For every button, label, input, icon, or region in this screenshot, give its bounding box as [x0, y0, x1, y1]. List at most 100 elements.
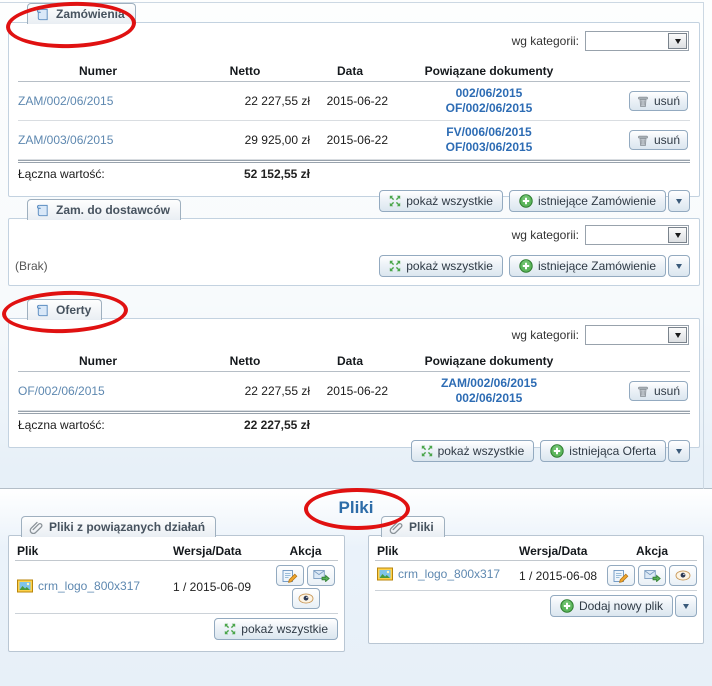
order-number-link[interactable]: ZAM/002/06/2015	[18, 94, 178, 108]
files-panel: Pliki Plik Wersja/Data Akcja crm_logo_80…	[368, 516, 704, 644]
chevron-down-icon	[674, 39, 681, 47]
send-file-button[interactable]	[638, 565, 666, 586]
supplier-category-select[interactable]	[585, 225, 689, 245]
chevron-down-icon	[674, 333, 681, 341]
preview-file-button[interactable]	[291, 588, 320, 609]
show-all-button[interactable]: pokaż wszystkie	[214, 618, 338, 640]
scroll-document-icon	[35, 303, 50, 318]
related-doc-link[interactable]: OF/003/06/2015	[388, 140, 590, 155]
edit-icon	[282, 569, 298, 583]
total-value: 52 152,55 zł	[243, 167, 310, 181]
netto-value: 22 227,55 zł	[244, 94, 310, 108]
send-mail-icon	[643, 569, 661, 582]
category-filter-label: wg kategorii:	[511, 34, 579, 48]
column-header-wersja: Wersja/Data	[173, 544, 242, 558]
select-arrow-button[interactable]	[668, 33, 687, 49]
expand-arrows-icon	[389, 195, 401, 207]
related-doc-link[interactable]: ZAM/002/06/2015	[388, 376, 590, 391]
show-all-button[interactable]: pokaż wszystkie	[379, 255, 503, 277]
show-all-button[interactable]: pokaż wszystkie	[379, 190, 503, 212]
plus-circle-icon	[550, 444, 564, 458]
select-arrow-button[interactable]	[668, 227, 687, 243]
preview-file-button[interactable]	[669, 565, 697, 586]
related-doc-link[interactable]: FV/006/06/2015	[388, 125, 590, 140]
offer-number-link[interactable]: OF/002/06/2015	[18, 384, 178, 398]
delete-button-label: usuń	[653, 133, 680, 147]
related-doc-link[interactable]: 002/06/2015	[388, 391, 590, 406]
version-date-value: 1 / 2015-06-09	[173, 580, 252, 594]
column-header-wersja: Wersja/Data	[519, 544, 588, 558]
delete-button-label: usuń	[653, 384, 680, 398]
column-header-plik: Plik	[17, 544, 39, 558]
file-name-label: crm_logo_800x317	[38, 578, 141, 593]
column-header-numer: Numer	[78, 64, 117, 78]
edit-file-button[interactable]	[607, 565, 635, 586]
related-doc-link[interactable]: OF/002/06/2015	[388, 101, 590, 116]
scroll-document-icon	[35, 203, 50, 218]
send-file-button[interactable]	[307, 565, 335, 586]
existing-offer-label: istniejąca Oferta	[569, 444, 656, 458]
orders-category-select[interactable]	[585, 31, 689, 51]
column-header-netto: Netto	[229, 354, 261, 368]
column-header-docs: Powiązane dokumenty	[424, 64, 554, 78]
trash-icon	[637, 385, 649, 398]
delete-button[interactable]: usuń	[628, 91, 688, 111]
offers-category-select[interactable]	[585, 325, 689, 345]
existing-order-button[interactable]: istniejące Zamówienie	[508, 255, 666, 277]
date-value: 2015-06-22	[326, 384, 388, 398]
existing-offer-button[interactable]: istniejąca Oferta	[540, 440, 666, 462]
expand-arrows-icon	[389, 260, 401, 272]
file-name-link[interactable]: crm_logo_800x317	[17, 579, 140, 593]
version-date-value: 1 / 2015-06-08	[519, 568, 598, 583]
page: Zamówienia wg kategorii: Numer Netto Dat…	[0, 0, 712, 686]
date-value: 2015-06-22	[326, 94, 388, 108]
add-file-dropdown-toggle[interactable]	[675, 595, 697, 617]
trash-icon	[637, 95, 649, 108]
show-all-label: pokaż wszystkie	[241, 622, 328, 636]
supplier-orders-legend-label: Zam. do dostawców	[56, 203, 171, 217]
delete-button-label: usuń	[653, 94, 680, 108]
documents-area: Zamówienia wg kategorii: Numer Netto Dat…	[0, 0, 712, 489]
plus-circle-icon	[560, 599, 574, 613]
eye-icon	[298, 593, 314, 604]
add-file-label: Dodaj nowy plik	[578, 599, 663, 613]
show-all-button[interactable]: pokaż wszystkie	[410, 440, 535, 462]
order-number-link[interactable]: ZAM/003/06/2015	[18, 133, 178, 147]
expand-arrows-icon	[224, 623, 236, 635]
existing-offer-dropdown-toggle[interactable]	[668, 440, 690, 462]
existing-order-dropdown-toggle[interactable]	[668, 255, 690, 277]
trash-icon	[637, 134, 649, 147]
column-header-akcja: Akcja	[289, 544, 322, 558]
image-file-icon	[17, 579, 33, 593]
chevron-down-icon	[676, 449, 682, 457]
files-area: Pliki Pliki z powiązanych działań Plik W…	[0, 489, 712, 686]
netto-value: 22 227,55 zł	[244, 384, 310, 398]
select-value	[586, 226, 667, 244]
paperclip-icon	[29, 520, 43, 534]
date-value: 2015-06-22	[326, 133, 388, 147]
select-arrow-button[interactable]	[668, 327, 687, 343]
chevron-down-icon	[674, 233, 681, 241]
existing-order-button[interactable]: istniejące Zamówienie	[508, 190, 666, 212]
column-header-akcja: Akcja	[635, 544, 669, 558]
table-row: OF/002/06/2015 22 227,55 zł 2015-06-22 Z…	[18, 372, 690, 411]
paperclip-icon	[389, 520, 403, 534]
file-name-link[interactable]: crm_logo_800x317	[377, 567, 500, 581]
column-header-numer: Numer	[78, 354, 117, 368]
files-legend: Pliki	[381, 516, 445, 537]
expand-arrows-icon	[421, 445, 433, 457]
edit-file-button[interactable]	[276, 565, 304, 586]
offers-legend: Oferty	[27, 299, 103, 320]
related-doc-link[interactable]: 002/06/2015	[388, 86, 590, 101]
existing-order-label: istniejące Zamówienie	[537, 259, 656, 273]
category-filter-label: wg kategorii:	[511, 328, 579, 342]
existing-order-dropdown-toggle[interactable]	[668, 190, 690, 212]
related-files-panel: Pliki z powiązanych działań Plik Wersja/…	[8, 516, 345, 652]
orders-legend: Zamówienia	[27, 3, 136, 24]
offers-section: Oferty wg kategorii: Numer Netto Data Po…	[8, 299, 700, 462]
add-file-button[interactable]: Dodaj nowy plik	[549, 595, 673, 617]
delete-button[interactable]: usuń	[628, 130, 688, 150]
column-header-data: Data	[336, 354, 363, 368]
delete-button[interactable]: usuń	[628, 381, 688, 401]
files-legend-label: Pliki	[409, 520, 434, 534]
